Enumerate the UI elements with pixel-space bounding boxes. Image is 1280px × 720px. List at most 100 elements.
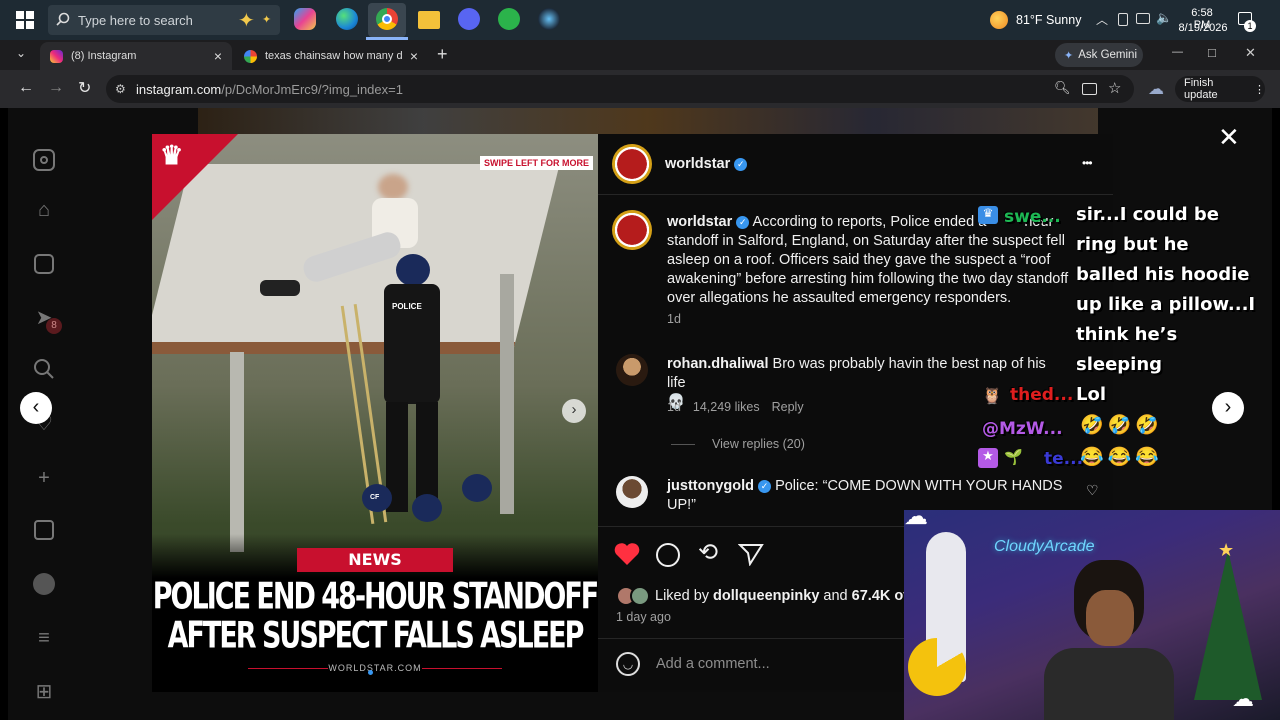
profile-avatar-icon[interactable] xyxy=(32,572,56,596)
caption-line: over allegations he assaulted emergency … xyxy=(667,290,1012,306)
like-heart-icon[interactable] xyxy=(614,542,640,571)
back-arrow-icon[interactable]: ← xyxy=(18,79,34,97)
tab-close-icon[interactable]: × xyxy=(214,48,222,64)
image-next-icon[interactable]: › xyxy=(562,399,586,423)
browser-toolbar: ← → ↻ ⚙ instagram.com /p/DcMorJmErc9/?im… xyxy=(0,70,1280,108)
extension-cloud-icon[interactable]: ☁ xyxy=(1148,79,1164,99)
tab-google-search[interactable]: texas chainsaw how many died × xyxy=(234,42,428,70)
author-username[interactable]: worldstar xyxy=(665,156,730,172)
also-from-meta-icon[interactable]: ⊞ xyxy=(32,680,56,704)
address-bar[interactable]: ⚙ instagram.com /p/DcMorJmErc9/?img_inde… xyxy=(106,75,1134,103)
create-plus-icon[interactable]: + xyxy=(32,466,56,490)
more-options-button[interactable]: ••• xyxy=(1082,156,1093,170)
finish-update-button[interactable]: Finish update ⋮ xyxy=(1175,76,1265,102)
network-icon[interactable] xyxy=(1136,13,1150,24)
edge-icon[interactable] xyxy=(336,8,358,30)
tab-instagram[interactable]: (8) Instagram × xyxy=(40,42,232,70)
window-close-button[interactable]: ✕ xyxy=(1245,45,1256,61)
liked-by-text[interactable]: Liked by dollqueenpinky and 67.4K oth xyxy=(655,587,917,606)
weather-text[interactable]: 81°F Sunny xyxy=(1016,13,1081,27)
author-header[interactable]: worldstar ✓ xyxy=(665,156,748,172)
emoji-picker-icon[interactable]: ◡ xyxy=(616,652,640,676)
browser-tab-strip: ⌄ (8) Instagram × texas chainsaw how man… xyxy=(0,40,1280,70)
add-comment-input[interactable]: Add a comment... xyxy=(656,656,770,672)
search-icon[interactable] xyxy=(32,358,56,382)
chat-username: thed... xyxy=(1010,385,1074,405)
taskbar-search-input[interactable]: Type here to search ✦ ✦ xyxy=(48,5,280,35)
comment-avatar[interactable] xyxy=(616,354,648,386)
swipe-left-label: SWIPE LEFT FOR MORE xyxy=(480,156,593,170)
carousel-prev-button[interactable]: ‹ xyxy=(20,392,52,424)
tray-device-icon[interactable] xyxy=(1118,13,1128,26)
caption-line: awakening” before arresting him followin… xyxy=(667,271,1069,287)
chevron-up-icon[interactable]: ︿ xyxy=(1096,11,1108,28)
caption-age: 1d xyxy=(667,312,681,326)
tree-star-icon: ★ xyxy=(1218,540,1235,560)
view-replies-link[interactable]: View replies (20) xyxy=(712,437,805,451)
instagram-logo-icon[interactable] xyxy=(32,148,56,172)
zoom-icon[interactable]: 🔍︎ xyxy=(1054,80,1071,96)
windows-start-icon[interactable] xyxy=(16,11,34,29)
windows-taskbar: Type here to search ✦ ✦ 81°F Sunny ︿ 🔈 6… xyxy=(0,0,1280,40)
comment-username[interactable]: justtonygold xyxy=(667,478,754,494)
ask-gemini-button[interactable]: ✦ Ask Gemini xyxy=(1055,43,1143,67)
kebab-menu-icon: ⋮ xyxy=(1254,83,1265,96)
author-avatar[interactable] xyxy=(612,144,652,184)
comment-avatar[interactable] xyxy=(616,476,648,508)
header-divider xyxy=(598,194,1113,195)
reload-icon[interactable]: ↻ xyxy=(78,78,91,98)
dashboard-icon[interactable] xyxy=(32,518,56,542)
chat-message-line: sleeping xyxy=(1076,354,1163,375)
verified-badge-icon: ✓ xyxy=(758,480,772,493)
news-badge: NEWS xyxy=(297,548,453,572)
background-feed-strip xyxy=(198,108,1098,134)
comment-likes[interactable]: 14,249 likes xyxy=(693,400,760,414)
caption-line: asleep on a roof. Officers said they gav… xyxy=(667,252,1051,268)
share-paper-plane-icon[interactable] xyxy=(737,542,764,571)
hamburger-menu-icon[interactable]: ≡ xyxy=(32,626,56,650)
post-image[interactable]: POLICE CF ♛ SWIPE LEFT FOR MORE › NEWS P… xyxy=(152,134,598,692)
site-info-icon[interactable]: ⚙ xyxy=(115,82,126,96)
steam-icon[interactable] xyxy=(538,8,560,30)
liked-by-user[interactable]: dollqueenpinky xyxy=(713,588,819,604)
officers-group: CF xyxy=(362,464,502,524)
headline-line-2: AFTER SUSPECT FALLS ASLEEP xyxy=(167,615,585,657)
streamer-webcam: ☁ CloudyArcade ★ ☁ xyxy=(904,510,1280,720)
volume-icon[interactable]: 🔈 xyxy=(1156,10,1172,26)
pacman-pillow xyxy=(908,638,966,696)
tab-close-icon[interactable]: × xyxy=(410,48,418,64)
liked-by-prefix: Liked by xyxy=(655,588,710,604)
copilot-icon[interactable] xyxy=(294,8,316,30)
modal-close-icon[interactable]: ✕ xyxy=(1218,122,1240,153)
comment-like-heart-icon[interactable]: ♡ xyxy=(1086,482,1099,499)
url-path: /p/DcMorJmErc9/?img_index=1 xyxy=(221,81,403,97)
home-icon[interactable]: ⌂ xyxy=(32,198,56,222)
discord-icon[interactable] xyxy=(458,8,480,30)
comment-username[interactable]: rohan.dhaliwal xyxy=(667,356,769,372)
instagram-favicon-icon xyxy=(50,49,63,63)
chat-owl-icon: 🦉 xyxy=(982,388,1002,405)
url-domain: instagram.com xyxy=(136,81,222,97)
streamer-person xyxy=(1044,560,1174,720)
reels-icon[interactable] xyxy=(32,252,56,276)
bookmark-star-icon[interactable]: ☆ xyxy=(1108,79,1121,97)
caption-avatar[interactable] xyxy=(612,210,652,250)
cast-icon[interactable] xyxy=(1082,83,1097,95)
maximize-button[interactable]: □ xyxy=(1208,45,1216,60)
minimize-button[interactable]: — xyxy=(1172,46,1183,58)
xbox-icon[interactable] xyxy=(498,8,520,30)
comment-bubble-icon[interactable] xyxy=(656,543,680,567)
repost-icon[interactable]: ⟲ xyxy=(698,538,718,567)
file-explorer-icon[interactable] xyxy=(418,11,440,29)
new-tab-button[interactable]: + xyxy=(437,44,448,65)
tab-search-chevron-icon[interactable]: ⌄ xyxy=(16,46,26,60)
chat-crown-icon: ♛ xyxy=(978,206,998,224)
comment-reply-link[interactable]: Reply xyxy=(772,400,804,414)
caption-username[interactable]: worldstar xyxy=(667,214,732,230)
chat-message-line: balled his hoodie xyxy=(1076,264,1250,285)
webcam-neon-sign: CloudyArcade xyxy=(994,538,1095,555)
forward-arrow-icon[interactable]: → xyxy=(48,79,64,97)
chat-emoji-row: 😂😂😂 xyxy=(1080,447,1163,468)
chat-message-line: up like a pillow...I xyxy=(1076,294,1256,315)
clock-date[interactable]: 8/19/2026 xyxy=(1176,22,1230,34)
